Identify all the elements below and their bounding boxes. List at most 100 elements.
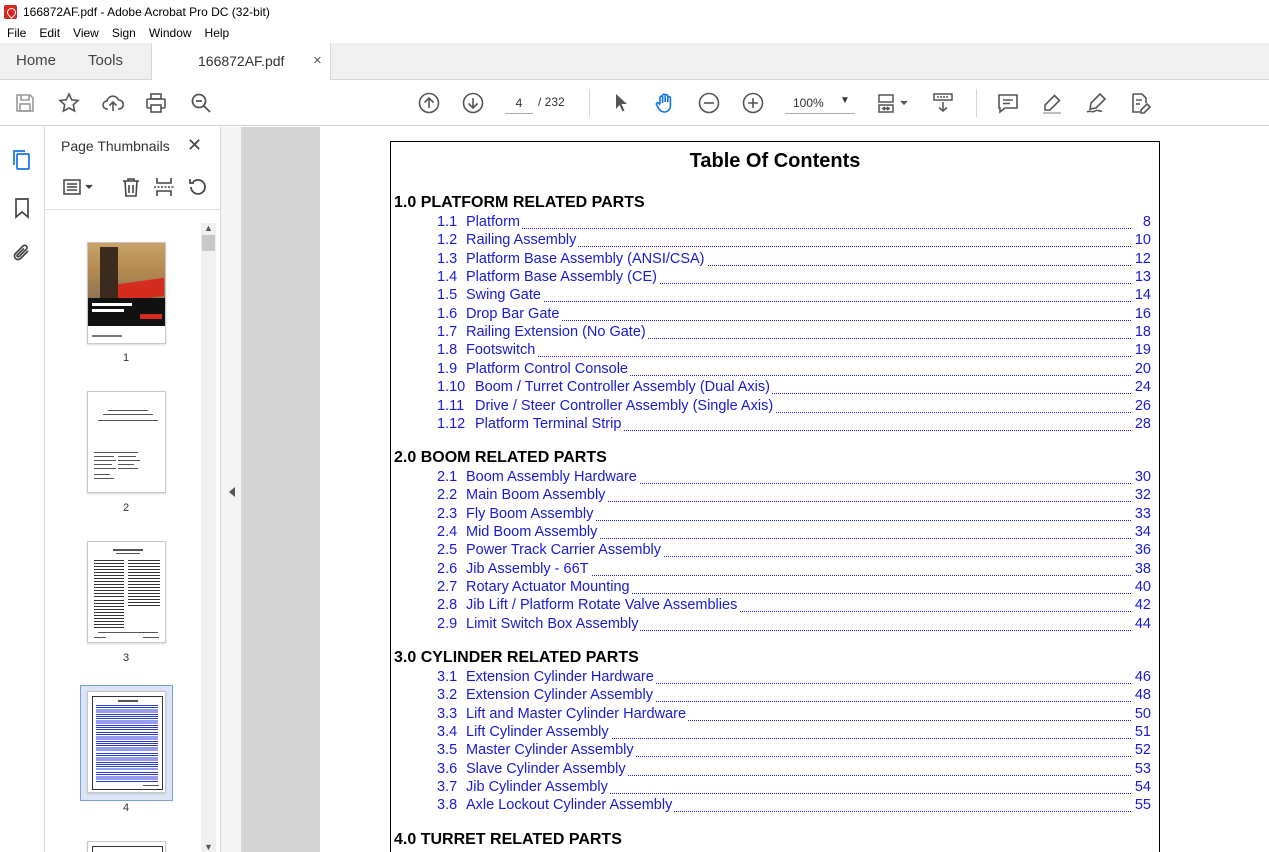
thumbnails-scrollbar[interactable]: ▲ ▼: [201, 223, 216, 852]
page-thumbnails-icon[interactable]: [10, 148, 34, 172]
toc-entry-number: 3.4: [437, 724, 458, 741]
upload-cloud-icon[interactable]: [101, 91, 125, 115]
page-number-input[interactable]: [505, 92, 533, 114]
thumbnail-page-3[interactable]: [87, 541, 166, 643]
toc-entry-link[interactable]: 2.7 Rotary Actuator Mounting 40: [437, 579, 1151, 597]
page-fit-dropdown-icon[interactable]: [876, 91, 912, 115]
menu-window[interactable]: Window: [142, 26, 198, 40]
toc-entry-link[interactable]: 2.1 Boom Assembly Hardware 30: [437, 469, 1151, 487]
zoom-in-icon[interactable]: [741, 91, 765, 115]
tab-home[interactable]: Home: [16, 52, 56, 69]
toc-entry-link[interactable]: 2.6 Jib Assembly - 66T 38: [437, 560, 1151, 579]
toc-entry-title: Platform Terminal Strip: [475, 415, 624, 432]
scroll-down-icon[interactable]: ▼: [204, 842, 213, 852]
toc-section-heading[interactable]: 1.0 PLATFORM RELATED PARTS: [394, 194, 645, 212]
star-icon[interactable]: [57, 91, 81, 115]
zoom-level-select[interactable]: 100% ▼: [785, 92, 855, 114]
print-icon[interactable]: [144, 91, 168, 115]
toc-entry-link[interactable]: 3.5 Master Cylinder Assembly 52: [437, 742, 1151, 760]
select-cursor-icon[interactable]: [609, 91, 633, 115]
toc-entry-link[interactable]: 1.2 Railing Assembly 10: [437, 232, 1151, 250]
toc-entry-link[interactable]: 2.2 Main Boom Assembly 32: [437, 487, 1151, 505]
toc-entry-link[interactable]: 2.8 Jib Lift / Platform Rotate Valve Asse…: [437, 597, 1151, 615]
toc-entry-link[interactable]: 1.11 Drive / Steer Controller Assembly (S…: [437, 397, 1151, 416]
toc-entry-link[interactable]: 1.8 Footswitch 19: [437, 342, 1151, 360]
toc-entry-link[interactable]: 1.3 Platform Base Assembly (ANSI/CSA) 12: [437, 250, 1151, 269]
rotate-page-icon[interactable]: [186, 175, 210, 199]
toc-section-heading[interactable]: 4.0 TURRET RELATED PARTS: [394, 831, 622, 849]
tab-tools[interactable]: Tools: [88, 52, 123, 69]
toc-section-heading[interactable]: 3.0 CYLINDER RELATED PARTS: [394, 649, 639, 667]
toc-entry-link[interactable]: 3.2 Extension Cylinder Assembly 48: [437, 687, 1151, 705]
toc-entry-page: 8: [1140, 214, 1151, 230]
text-line: [94, 474, 110, 475]
toc-entry-title: Fly Boom Assembly: [466, 505, 596, 522]
menu-bar: File Edit View Sign Window Help: [0, 23, 1269, 43]
toc-entry-title: Footswitch: [466, 342, 538, 359]
toc-entry-title: Main Boom Assembly: [466, 487, 608, 504]
thumbnail-page-1[interactable]: [87, 242, 166, 344]
toolbar-divider: [589, 89, 590, 117]
menu-sign[interactable]: Sign: [105, 26, 142, 40]
bookmark-icon[interactable]: [10, 196, 34, 220]
sign-pen-icon[interactable]: [1084, 91, 1108, 115]
previous-page-icon[interactable]: [417, 91, 441, 115]
toc-entry-link[interactable]: 3.6 Slave Cylinder Assembly 53: [437, 760, 1151, 779]
menu-edit[interactable]: Edit: [32, 26, 66, 40]
thumbnail-page-2[interactable]: [87, 391, 166, 493]
toc-entry-link[interactable]: 3.7 Jib Cylinder Assembly 54: [437, 779, 1151, 797]
tab-document[interactable]: 166872AF.pdf ×: [151, 43, 331, 80]
toc-entry-link[interactable]: 3.1 Extension Cylinder Hardware 46: [437, 669, 1151, 687]
menu-help[interactable]: Help: [198, 26, 236, 40]
toc-entry-link[interactable]: 2.3 Fly Boom Assembly 33: [437, 505, 1151, 524]
thumbnail-options-icon[interactable]: [61, 175, 97, 199]
collapse-panel-icon[interactable]: [229, 487, 235, 497]
toc-entry-page: 51: [1132, 724, 1151, 741]
toc-entry-link[interactable]: 1.12 Platform Terminal Strip 28: [437, 415, 1151, 434]
toc-entry-link[interactable]: 1.9 Platform Control Console 20: [437, 360, 1151, 379]
scroll-mode-icon[interactable]: [931, 91, 955, 115]
document-viewport[interactable]: Table Of Contents 1.0 PLATFORM RELATED P…: [242, 127, 1269, 852]
toc-section-heading[interactable]: 2.0 BOOM RELATED PARTS: [394, 449, 607, 467]
next-page-icon[interactable]: [461, 91, 485, 115]
toc-entry-link[interactable]: 1.4 Platform Base Assembly (CE) 13: [437, 269, 1151, 287]
toc-entry-link[interactable]: 2.4 Mid Boom Assembly 34: [437, 524, 1151, 542]
hand-tool-icon[interactable]: [653, 91, 677, 115]
close-tab-icon[interactable]: ×: [313, 52, 322, 69]
edit-pdf-icon[interactable]: [1128, 91, 1152, 115]
scrollbar-thumb[interactable]: [202, 235, 215, 251]
leader-dots: [497, 246, 1131, 248]
thumbnail-page-4[interactable]: [87, 691, 166, 793]
toc-entry-page: 54: [1132, 779, 1151, 796]
text-line: [94, 460, 116, 461]
save-icon[interactable]: [13, 91, 37, 115]
menu-file[interactable]: File: [0, 26, 32, 40]
menu-view[interactable]: View: [66, 26, 105, 40]
toc-entry-link[interactable]: 3.3 Lift and Master Cylinder Hardware 50: [437, 705, 1151, 724]
toc-entry-link[interactable]: 1.7 Railing Extension (No Gate) 18: [437, 324, 1151, 342]
toc-entry-number: 3.2: [437, 687, 458, 704]
thumbnail-page-5[interactable]: [87, 841, 166, 852]
leader-dots: [497, 319, 1131, 321]
search-zoom-icon[interactable]: [189, 91, 213, 115]
toc-entry-link[interactable]: 2.5 Power Track Carrier Assembly 36: [437, 542, 1151, 560]
comment-icon[interactable]: [996, 91, 1020, 115]
toc-entry-title: Master Cylinder Assembly: [466, 742, 636, 759]
close-icon[interactable]: ✕: [187, 135, 202, 156]
delete-trash-icon[interactable]: [119, 175, 143, 199]
text-line: [118, 468, 138, 469]
panel-splitter[interactable]: [220, 127, 242, 852]
toc-entry-link[interactable]: 1.1 Platform 8: [437, 214, 1151, 232]
toc-entry-number: 1.2: [437, 232, 458, 249]
extract-page-icon[interactable]: [152, 175, 176, 199]
highlight-pen-icon[interactable]: [1040, 91, 1064, 115]
zoom-out-icon[interactable]: [697, 91, 721, 115]
toc-entry-link[interactable]: 3.4 Lift Cylinder Assembly 51: [437, 724, 1151, 742]
toc-entry-link[interactable]: 3.8 Axle Lockout Cylinder Assembly 55: [437, 797, 1151, 815]
toc-entry-link[interactable]: 1.6 Drop Bar Gate 16: [437, 305, 1151, 324]
attachment-paperclip-icon[interactable]: [10, 241, 34, 265]
scroll-up-icon[interactable]: ▲: [204, 223, 213, 233]
toc-entry-link[interactable]: 2.9 Limit Switch Box Assembly 44: [437, 615, 1151, 634]
toc-entry-link[interactable]: 1.10 Boom / Turret Controller Assembly (D…: [437, 379, 1151, 397]
toc-entry-link[interactable]: 1.5 Swing Gate 14: [437, 287, 1151, 305]
